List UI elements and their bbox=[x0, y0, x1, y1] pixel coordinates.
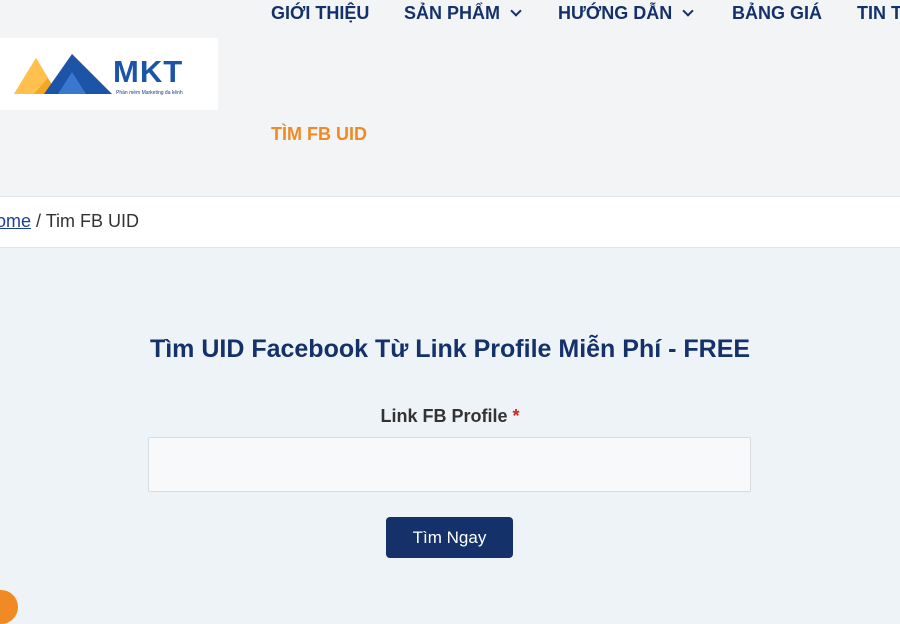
breadcrumb-home-link[interactable]: ome bbox=[0, 211, 31, 231]
chevron-down-icon bbox=[682, 5, 694, 17]
breadcrumb-current: Tim FB UID bbox=[45, 211, 140, 231]
nav-item-label: BẢNG GIÁ bbox=[732, 3, 822, 23]
nav-item-san-pham[interactable]: SẢN PHẨM bbox=[404, 3, 522, 24]
search-now-button[interactable]: Tìm Ngay bbox=[386, 517, 513, 558]
chat-bubble-icon[interactable] bbox=[0, 590, 18, 624]
nav-item-huong-dan[interactable]: HƯỚNG DẪN bbox=[558, 3, 694, 24]
breadcrumb-bar: ome / Tim FB UID bbox=[0, 197, 900, 248]
nav-item-bang-gia[interactable]: BẢNG GIÁ bbox=[732, 3, 822, 24]
form-title: Tìm UID Facebook Từ Link Profile Miễn Ph… bbox=[149, 335, 751, 363]
nav-item-tin-tuc[interactable]: TIN T bbox=[857, 3, 900, 24]
breadcrumb: ome / Tim FB UID bbox=[0, 211, 139, 232]
mountain-logo-icon bbox=[14, 54, 112, 94]
logo-wordmark: MKT bbox=[113, 54, 184, 89]
field-label: Link FB Profile * bbox=[0, 406, 900, 427]
nav-item-label: GIỚI THIỆU bbox=[271, 3, 370, 23]
nav-item-gioi-thieu[interactable]: GIỚI THIỆU bbox=[271, 3, 369, 24]
nav-item-label: HƯỚNG DẪN bbox=[558, 3, 673, 23]
required-asterisk: * bbox=[512, 406, 520, 426]
nav-item-label: SẢN PHẨM bbox=[404, 3, 501, 23]
logo[interactable]: MKT Phần mềm Marketing đa kênh bbox=[0, 38, 218, 110]
nav-item-tim-fb-uid-active[interactable]: TÌM FB UID bbox=[271, 124, 367, 145]
site-header: MKT Phần mềm Marketing đa kênh GIỚI THIỆ… bbox=[0, 0, 900, 197]
chevron-down-icon bbox=[510, 5, 522, 17]
field-label-text: Link FB Profile bbox=[380, 406, 508, 426]
breadcrumb-separator: / bbox=[36, 211, 42, 231]
nav-item-label: TIN T bbox=[857, 3, 900, 23]
logo-tagline: Phần mềm Marketing đa kênh bbox=[116, 90, 183, 96]
fb-profile-link-input[interactable] bbox=[148, 437, 751, 492]
